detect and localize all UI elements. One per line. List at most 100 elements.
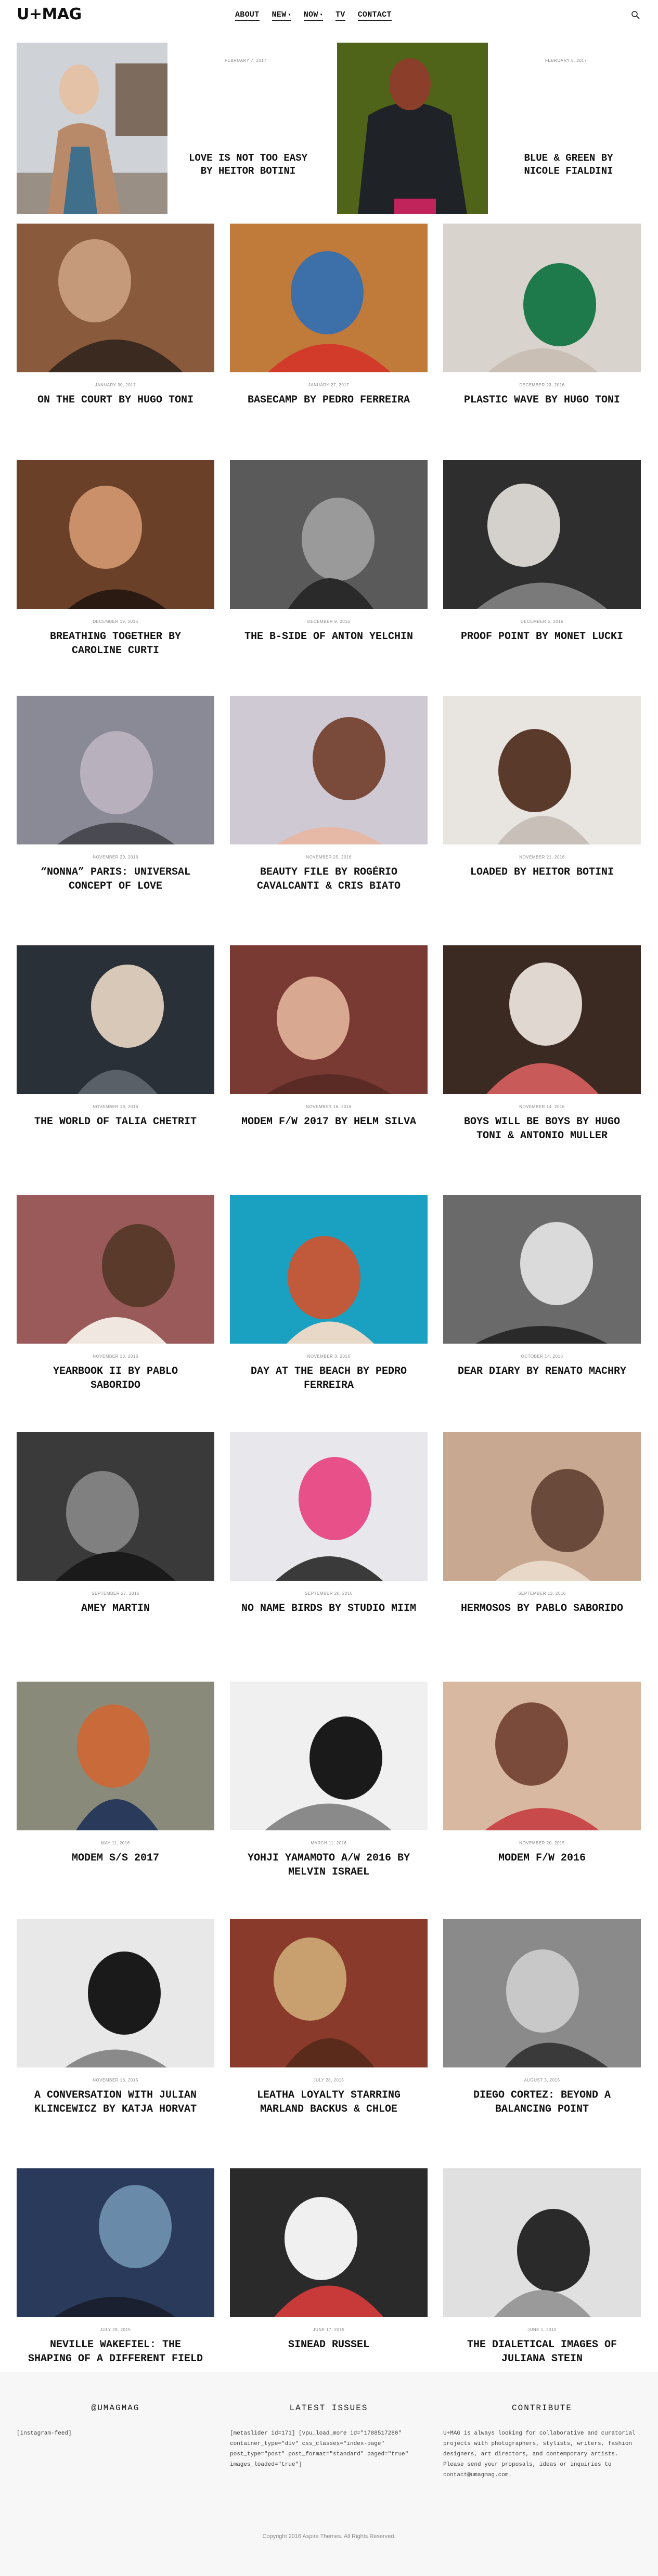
article-title[interactable]: DAY AT THE BEACH BY PEDRO FERREIRA	[230, 1364, 428, 1393]
article-card[interactable]: DECEMBER 9, 2016 THE B-SIDE OF ANTON YELC…	[230, 460, 428, 644]
article-date: JULY 28, 2015	[313, 2078, 344, 2083]
article-title[interactable]: MODEM F/W 2017 BY HELM SILVA	[230, 1115, 428, 1129]
article-card[interactable]: AUGUST 3, 2015 DIEGO CORTEZ: BEYOND A BAL…	[443, 1919, 641, 2116]
article-card[interactable]: JULY 28, 2015 LEATHA LOYALTY STARRING MAR…	[230, 1919, 428, 2116]
article-title[interactable]: HERMOSOS BY PABLO SABORIDO	[443, 1602, 641, 1616]
article-image[interactable]	[17, 460, 214, 609]
article-title[interactable]: LOADED BY HEITOR BOTINI	[443, 865, 641, 879]
article-card[interactable]: NOVEMBER 29, 2016 “NONNA” PARIS: UNIVERSA…	[17, 696, 214, 893]
article-image[interactable]	[443, 945, 641, 1094]
article-image[interactable]	[230, 945, 428, 1094]
article-image[interactable]	[230, 1195, 428, 1344]
article-title[interactable]: BLUE & GREEN BY NICOLE FIALDINI	[509, 152, 628, 178]
site-logo[interactable]: U+MAG	[17, 5, 82, 23]
nav-tv[interactable]: TV	[335, 10, 345, 21]
article-image[interactable]	[17, 224, 214, 372]
article-image[interactable]	[17, 1682, 214, 1830]
article-title[interactable]: YEARBOOK II BY PABLO SABORIDO	[17, 1364, 214, 1393]
article-title[interactable]: AMEY MARTIN	[17, 1602, 214, 1616]
article-image[interactable]	[443, 224, 641, 372]
nav-now[interactable]: NOW ▾	[303, 10, 323, 21]
article-card[interactable]: SEPTEMBER 13, 2016 HERMOSOS BY PABLO SABO…	[443, 1432, 641, 1616]
article-card[interactable]: JULY 29, 2015 NEVILLE WAKEFIEL: THE SHAPI…	[17, 2168, 214, 2366]
article-image[interactable]	[443, 1195, 641, 1344]
article-image[interactable]	[230, 1682, 428, 1830]
search-icon[interactable]	[631, 10, 640, 20]
article-image[interactable]	[230, 1919, 428, 2067]
article-title[interactable]: THE B-SIDE OF ANTON YELCHIN	[230, 630, 428, 644]
article-card[interactable]: NOVEMBER 10, 2016 YEARBOOK II BY PABLO SA…	[17, 1195, 214, 1393]
article-title[interactable]: YOHJI YAMAMOTO A/W 2016 BY MELVIN ISRAEL	[230, 1851, 428, 1879]
article-image[interactable]	[230, 460, 428, 609]
article-title[interactable]: A CONVERSATION WITH JULIAN KLINCEWICZ BY…	[17, 2088, 214, 2116]
article-card[interactable]: MARCH 11, 2016 YOHJI YAMAMOTO A/W 2016 BY…	[230, 1682, 428, 1879]
featured-card[interactable]: FEBRUARY 7, 2017 LOVE IS NOT TOO EASY BY…	[17, 43, 318, 214]
article-title[interactable]: LEATHA LOYALTY STARRING MARLAND BACKUS &…	[230, 2088, 428, 2116]
article-card[interactable]: NOVEMBER 25, 2016 BEAUTY FILE BY ROGÉRIO …	[230, 696, 428, 893]
article-title[interactable]: BREATHING TOGETHER BY CAROLINE CURTI	[17, 630, 214, 658]
article-date: NOVEMBER 29, 2016	[93, 855, 138, 860]
footer-text: U+MAG is always looking for collaborativ…	[443, 2430, 636, 2478]
article-title[interactable]: PROOF POINT BY MONET LUCKI	[443, 630, 641, 644]
article-title[interactable]: BOYS WILL BE BOYS BY HUGO TONI & ANTONIO…	[443, 1115, 641, 1143]
article-title[interactable]: MODEM F/W 2016	[443, 1851, 641, 1865]
article-card[interactable]: JANUARY 27, 2017 BASECAMP BY PEDRO FERREI…	[230, 224, 428, 407]
article-image[interactable]	[443, 1432, 641, 1581]
nav-new[interactable]: NEW ▾	[272, 10, 291, 21]
article-card[interactable]: OCTOBER 14, 2016 DEAR DIARY BY RENATO MAC…	[443, 1195, 641, 1378]
article-title[interactable]: BASECAMP BY PEDRO FERREIRA	[230, 393, 428, 407]
article-image[interactable]	[443, 1682, 641, 1830]
article-image[interactable]	[17, 43, 167, 214]
article-card[interactable]: NOVEMBER 18, 2015 A CONVERSATION WITH JUL…	[17, 1919, 214, 2116]
article-image[interactable]	[337, 43, 488, 214]
article-card[interactable]: NOVEMBER 18, 2016 THE WORLD OF TALIA CHET…	[17, 945, 214, 1129]
article-image[interactable]	[17, 696, 214, 844]
article-card[interactable]: JANUARY 30, 2017 ON THE COURT BY HUGO TON…	[17, 224, 214, 407]
article-card[interactable]: SEPTEMBER 27, 2016 AMEY MARTIN	[17, 1432, 214, 1616]
article-image[interactable]	[230, 696, 428, 844]
article-title[interactable]: DEAR DIARY BY RENATO MACHRY	[443, 1364, 641, 1378]
article-card[interactable]: DECEMBER 23, 2016 PLASTIC WAVE BY HUGO TO…	[443, 224, 641, 407]
article-card[interactable]: NOVEMBER 20, 2015 MODEM F/W 2016	[443, 1682, 641, 1865]
article-card[interactable]: NOVEMBER 3, 2016 DAY AT THE BEACH BY PEDR…	[230, 1195, 428, 1393]
article-card[interactable]: DECEMBER 5, 2016 PROOF POINT BY MONET LUC…	[443, 460, 641, 644]
article-image[interactable]	[17, 1432, 214, 1581]
article-title[interactable]: MODEM S/S 2017	[17, 1851, 214, 1865]
article-title[interactable]: PLASTIC WAVE BY HUGO TONI	[443, 393, 641, 407]
article-title[interactable]: BEAUTY FILE BY ROGÉRIO CAVALCANTI & CRIS…	[230, 865, 428, 893]
article-title[interactable]: THE DIALETICAL IMAGES OF JULIANA STEIN	[443, 2338, 641, 2366]
article-card[interactable]: MAY 11, 2016 MODEM S/S 2017	[17, 1682, 214, 1865]
article-image[interactable]	[17, 1919, 214, 2067]
article-image[interactable]	[443, 2168, 641, 2317]
article-title[interactable]: “NONNA” PARIS: UNIVERSAL CONCEPT OF LOVE	[17, 865, 214, 893]
featured-card[interactable]: FEBRUARY 5, 2017 BLUE & GREEN BY NICOLE …	[337, 43, 639, 214]
article-title[interactable]: NO NAME BIRDS BY STUDIO MIIM	[230, 1602, 428, 1616]
article-image[interactable]	[17, 945, 214, 1094]
article-card[interactable]: SEPTEMBER 20, 2016 NO NAME BIRDS BY STUDI…	[230, 1432, 428, 1616]
article-card[interactable]: NOVEMBER 21, 2016 LOADED BY HEITOR BOTINI	[443, 696, 641, 879]
article-image[interactable]	[230, 1432, 428, 1581]
article-card[interactable]: JUNE 17, 2015 SINEAD RUSSEL	[230, 2168, 428, 2352]
article-date: NOVEMBER 14, 2016	[519, 1104, 565, 1109]
article-image[interactable]	[443, 696, 641, 844]
article-image[interactable]	[443, 1919, 641, 2067]
article-title[interactable]: SINEAD RUSSEL	[230, 2338, 428, 2352]
article-image[interactable]	[17, 1195, 214, 1344]
site-footer: @UMAGMAG [instagram-feed] LATEST ISSUES …	[0, 2372, 658, 2576]
article-title[interactable]: ON THE COURT BY HUGO TONI	[17, 393, 214, 407]
article-title[interactable]: DIEGO CORTEZ: BEYOND A BALANCING POINT	[443, 2088, 641, 2116]
article-title[interactable]: NEVILLE WAKEFIEL: THE SHAPING OF A DIFFE…	[17, 2338, 214, 2366]
article-date: JUNE 17, 2015	[313, 2327, 345, 2332]
article-title[interactable]: LOVE IS NOT TOO EASY BY HEITOR BOTINI	[188, 152, 308, 178]
article-card[interactable]: JUNE 1, 2015 THE DIALETICAL IMAGES OF JUL…	[443, 2168, 641, 2366]
article-image[interactable]	[230, 224, 428, 372]
article-card[interactable]: NOVEMBER 16, 2016 MODEM F/W 2017 BY HELM …	[230, 945, 428, 1129]
nav-contact[interactable]: CONTACT	[357, 10, 392, 21]
nav-about[interactable]: ABOUT	[235, 10, 260, 21]
article-image[interactable]	[443, 460, 641, 609]
article-title[interactable]: THE WORLD OF TALIA CHETRIT	[17, 1115, 214, 1129]
article-card[interactable]: NOVEMBER 14, 2016 BOYS WILL BE BOYS BY HU…	[443, 945, 641, 1143]
article-image[interactable]	[230, 2168, 428, 2317]
article-card[interactable]: DECEMBER 19, 2016 BREATHING TOGETHER BY C…	[17, 460, 214, 658]
article-image[interactable]	[17, 2168, 214, 2317]
